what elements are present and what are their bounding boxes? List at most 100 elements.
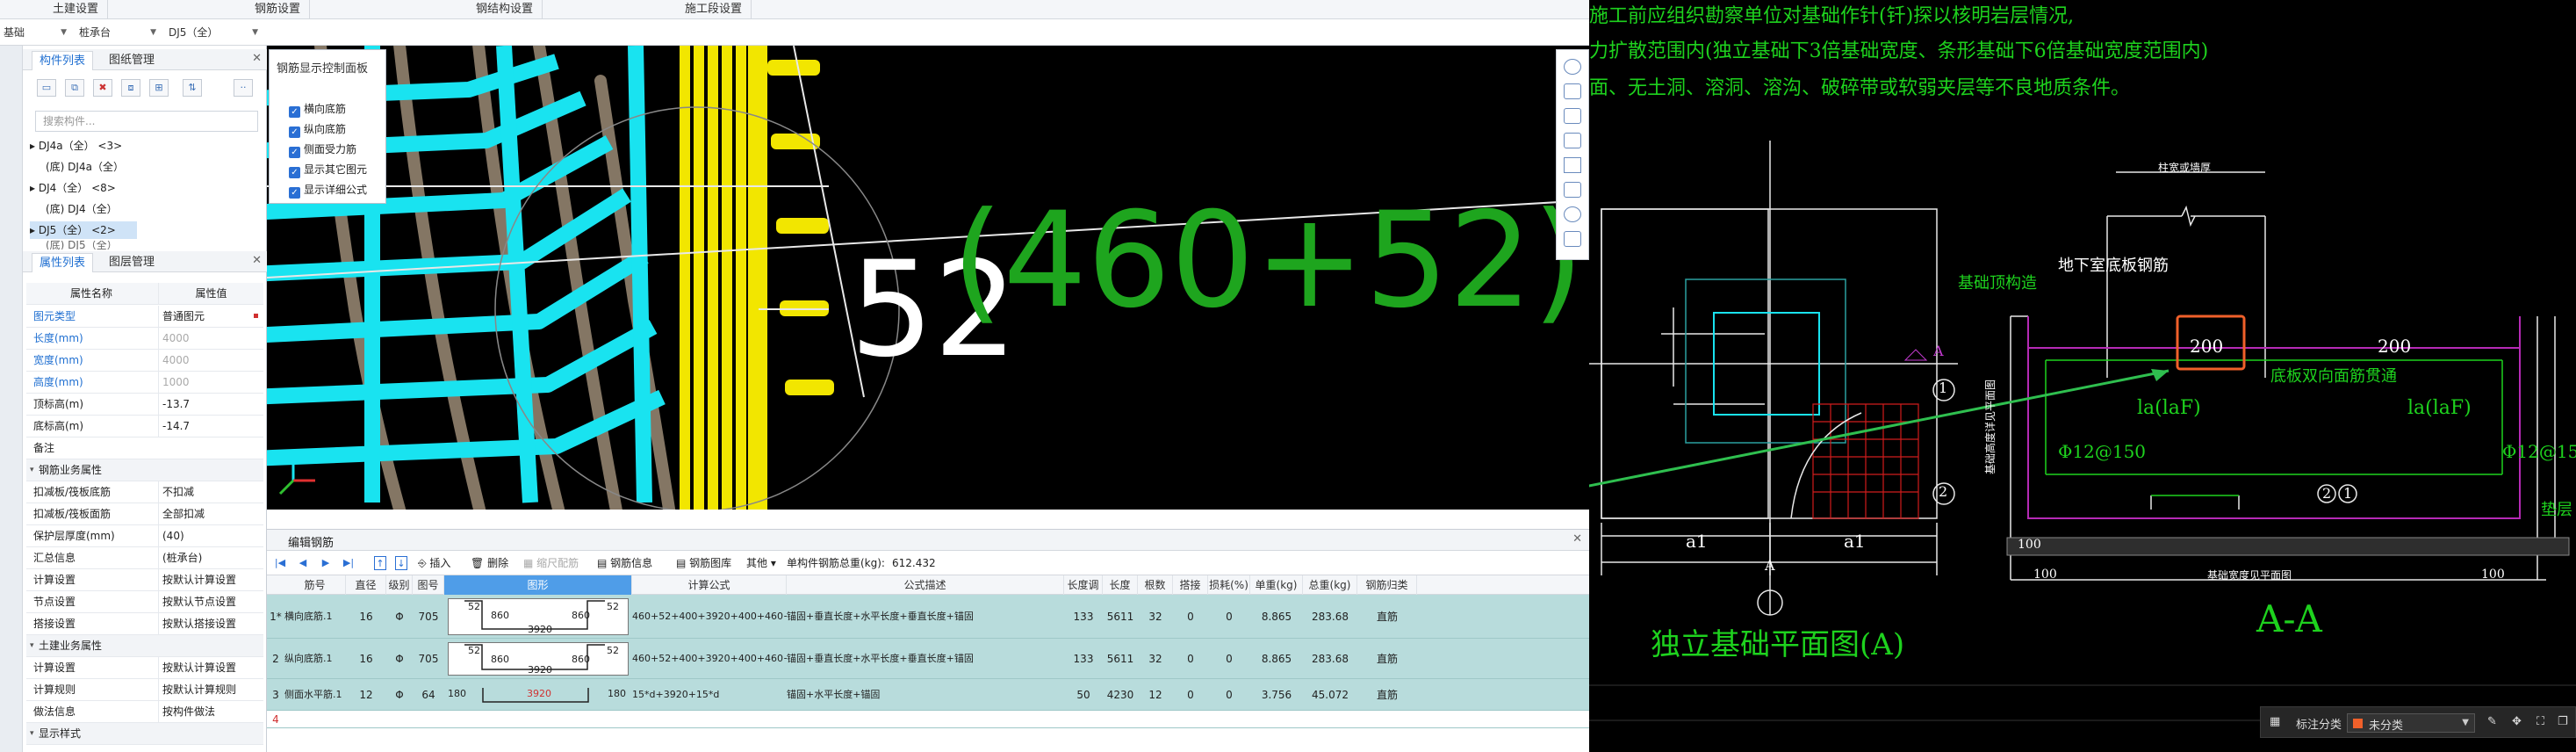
property-group-row[interactable]: 8钢筋业务属性▾ <box>26 459 263 481</box>
insert-button[interactable]: ⎆ 插入 <box>418 556 450 570</box>
column-header[interactable]: 直径(mm) <box>346 575 386 611</box>
table-cell-name[interactable]: 侧面水平筋.1 <box>284 679 346 711</box>
copy-icon[interactable]: ❐ <box>2558 715 2568 728</box>
sort-icon[interactable]: ⇅ <box>183 79 202 97</box>
annotation-category-select[interactable]: 未分类 ▼ <box>2347 713 2475 733</box>
filter-icon[interactable]: ⊞ <box>149 79 169 97</box>
property-row[interactable]: 18计算规则按默认计算规则 <box>26 679 263 701</box>
property-value[interactable]: 按默认计算设置 <box>158 657 260 679</box>
property-value[interactable]: 不扣减 <box>158 481 260 503</box>
property-value[interactable]: -13.7 <box>158 394 260 416</box>
display-option-checkbox[interactable]: ✓ 显示详细公式 <box>289 182 367 199</box>
property-value[interactable]: 按默认计算规则 <box>158 679 260 701</box>
view-cube-icon[interactable] <box>1564 83 1581 99</box>
table-cell-len2[interactable]: 5611 <box>1103 639 1138 679</box>
table-cell-loss[interactable]: 0 <box>1208 595 1250 639</box>
column-header[interactable]: 图号 <box>413 575 444 595</box>
tree-item[interactable]: (底) DJ5（全） <box>46 241 118 249</box>
prev-record-icon[interactable]: ◀ <box>297 556 309 570</box>
copy-icon[interactable]: ⧉ <box>65 79 84 97</box>
table-cell-fig[interactable]: 705 <box>413 595 444 639</box>
table-row[interactable]: 3 侧面水平筋.1 12 Φ 64 180 3920 180 15*d+3920+15*d 锚固+… <box>267 679 1589 711</box>
column-header[interactable]: 搭接 <box>1173 575 1208 595</box>
table-cell-loss[interactable]: 0 <box>1208 679 1250 711</box>
property-value[interactable]: 普通图元 <box>158 306 260 328</box>
first-record-icon[interactable]: |◀ <box>274 556 286 570</box>
table-cell-adj[interactable]: 133 <box>1064 595 1103 639</box>
table-cell-name[interactable]: 横向底筋.1 <box>284 595 346 639</box>
table-cell-dia[interactable]: 16 <box>346 639 386 679</box>
display-option-checkbox[interactable]: ✓ 侧面受力筋 <box>289 141 356 158</box>
move-up-icon[interactable]: ↑ <box>374 556 386 570</box>
column-header[interactable]: 公式描述 <box>787 575 1064 595</box>
display-option-checkbox[interactable]: ✓ 横向底筋 <box>289 101 346 118</box>
settings-icon[interactable] <box>1564 206 1581 222</box>
table-cell-unit[interactable]: 8.865 <box>1250 639 1303 679</box>
table-cell-grade[interactable]: Φ <box>386 595 413 639</box>
property-row[interactable]: 17计算设置按默认计算设置 <box>26 657 263 679</box>
table-cell-count[interactable]: 32 <box>1138 595 1173 639</box>
property-value[interactable]: 1000 <box>158 372 260 394</box>
column-header[interactable]: 长度 <box>1103 575 1138 595</box>
property-row[interactable]: 13计算设置按默认计算设置 <box>26 569 263 591</box>
table-cell-cat[interactable]: 直筋 <box>1357 595 1417 639</box>
property-row[interactable]: 2长度(mm)4000 <box>26 328 263 350</box>
table-cell-count[interactable]: 32 <box>1138 639 1173 679</box>
display-option-checkbox[interactable]: ✓ 纵向底筋 <box>289 121 346 138</box>
property-row[interactable]: 14节点设置按默认节点设置 <box>26 591 263 613</box>
table-cell-unit[interactable]: 8.865 <box>1250 595 1303 639</box>
tree-item[interactable]: ▸ DJ4（全） <8> <box>30 179 116 197</box>
table-cell-lap[interactable]: 0 <box>1173 679 1208 711</box>
new-component-icon[interactable]: ▭ <box>37 79 56 97</box>
property-row[interactable]: 12汇总信息(桩承台) <box>26 547 263 569</box>
table-cell-unit[interactable]: 3.756 <box>1250 679 1303 711</box>
copy-view-icon[interactable] <box>1564 108 1581 124</box>
column-header[interactable]: 钢筋归类 <box>1357 575 1417 595</box>
table-cell-total[interactable]: 283.68 <box>1303 595 1357 639</box>
property-row[interactable]: 15搭接设置按默认搭接设置 <box>26 613 263 635</box>
table-cell-formula[interactable]: 460+52+400+3920+400+460+52 <box>632 595 787 639</box>
table-cell-desc[interactable]: 锚固+垂直长度+水平长度+垂直长度+锚固 <box>787 595 1064 639</box>
rebar-info-button[interactable]: ▤ 钢筋信息 <box>597 556 652 570</box>
column-header[interactable]: 图形 <box>444 575 632 595</box>
table-cell-lap[interactable]: 0 <box>1173 595 1208 639</box>
table-cell-adj[interactable]: 133 <box>1064 639 1103 679</box>
tree-item[interactable]: (底) DJ4a（全） <box>46 158 124 176</box>
category-combo[interactable]: 基础 ▼ <box>0 24 70 41</box>
column-header[interactable]: 损耗(%) <box>1208 575 1250 595</box>
property-row[interactable]: 11保护层厚度(mm)(40) <box>26 525 263 547</box>
table-cell-dia[interactable]: 16 <box>346 595 386 639</box>
more-icon[interactable]: ·· <box>234 79 253 97</box>
property-row[interactable]: 7备注 <box>26 437 263 459</box>
collapse-icon[interactable]: ▾ <box>30 635 34 657</box>
rebar-shape-figure[interactable]: 52 860 3920 860 52 <box>448 598 629 635</box>
column-header[interactable]: 级别 <box>386 575 413 595</box>
table-cell-grade[interactable]: Φ <box>386 679 413 711</box>
table-cell-loss[interactable]: 0 <box>1208 639 1250 679</box>
rebar-shape-figure[interactable]: 180 3920 180 <box>448 683 629 707</box>
note-icon[interactable] <box>1564 231 1581 247</box>
table-cell-desc[interactable]: 锚固+水平长度+锚固 <box>787 679 1064 711</box>
property-value[interactable]: 4000 <box>158 328 260 350</box>
layer-copy-icon[interactable]: ⧈ <box>121 79 140 97</box>
table-cell-adj[interactable]: 50 <box>1064 679 1103 711</box>
fullscreen-icon[interactable]: ⛶ <box>2536 715 2544 728</box>
table-cell-dia[interactable]: 12 <box>346 679 386 711</box>
tab-property-list[interactable]: 属性列表 <box>32 253 94 272</box>
property-value[interactable]: 按构件做法 <box>158 701 260 723</box>
collapse-icon[interactable]: ▾ <box>30 723 34 745</box>
tab-layer-management[interactable]: 图层管理 <box>102 253 162 272</box>
scale-rebar-button[interactable]: ▦ 缩尺配筋 <box>523 556 579 570</box>
rebar-shape-figure[interactable]: 52 860 3920 860 52 <box>448 642 629 676</box>
cad-drawing-viewer[interactable]: 施工前应组织勘察单位对基础作针(钎)探以核明岩层情况, 力扩散范围内(独立基础下… <box>1589 0 2576 752</box>
move-down-icon[interactable]: ↓ <box>395 556 407 570</box>
property-row[interactable]: 3宽度(mm)4000 <box>26 350 263 372</box>
fit-view-icon[interactable] <box>1564 182 1581 198</box>
table-cell-total[interactable]: 45.072 <box>1303 679 1357 711</box>
close-icon[interactable]: ✕ <box>1572 532 1582 546</box>
property-row[interactable]: 19做法信息按构件做法 <box>26 701 263 723</box>
table-cell-formula[interactable]: 460+52+400+3920+400+460+52 <box>632 639 787 679</box>
property-value[interactable]: (40) <box>158 525 260 547</box>
property-row[interactable]: 6底标高(m)-14.7 <box>26 416 263 437</box>
type-combo[interactable]: 桩承台 ▼ <box>76 24 160 41</box>
